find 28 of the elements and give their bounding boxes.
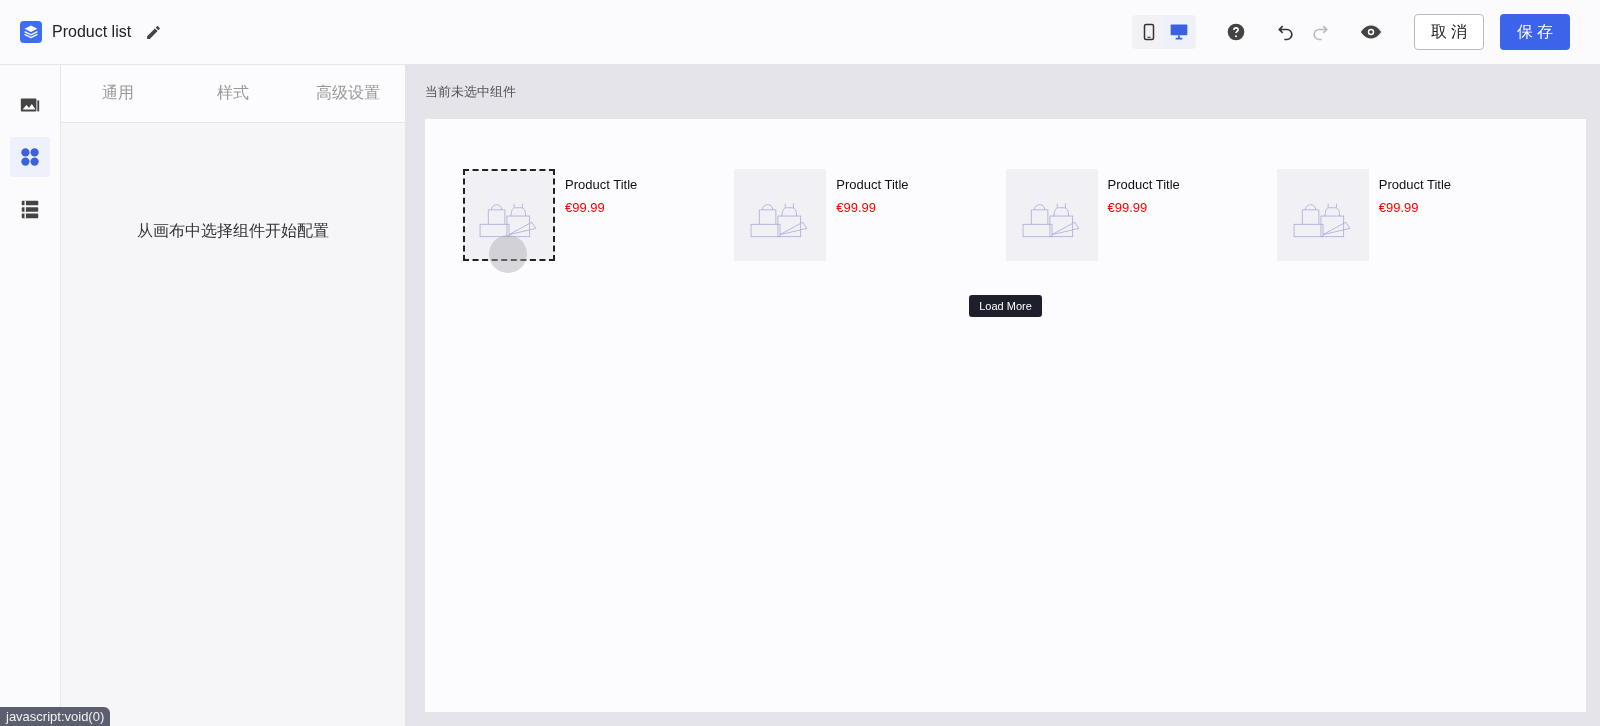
settings-tab[interactable]: 通用 [61, 65, 176, 122]
monitor-icon [1169, 22, 1189, 42]
settings-tab[interactable]: 样式 [175, 65, 291, 122]
click-indicator-icon [489, 235, 527, 273]
product-title: Product Title [565, 177, 638, 192]
four-petals-icon [19, 146, 41, 168]
product-price: €99.99 [836, 200, 877, 215]
product-image-placeholder[interactable] [463, 169, 555, 261]
status-bar-url: javascript:void(0) [0, 707, 111, 726]
settings-tab[interactable]: 高级设置 [290, 65, 405, 122]
layers-logo-icon [20, 21, 42, 43]
edit-pencil-icon[interactable] [145, 23, 163, 41]
product-price: €99.99 [1378, 200, 1420, 215]
product-price: €99.99 [1107, 200, 1149, 215]
empty-message: 从画布中选择组件开始配置 [136, 221, 330, 241]
product-title: Product Title [1378, 177, 1451, 192]
help-icon[interactable] [1226, 22, 1246, 42]
page-title: Product list [52, 23, 132, 41]
selection-status: 当前未选中组件 [425, 83, 517, 101]
components-tab[interactable] [10, 137, 50, 177]
product-title: Product Title [836, 177, 909, 192]
load-more-button[interactable]: Load More [969, 295, 1042, 317]
list-stack-icon [19, 198, 41, 220]
cancel-button[interactable]: 取 消 [1414, 14, 1484, 50]
desktop-view-button[interactable] [1164, 17, 1194, 47]
product-price: €99.99 [565, 200, 606, 215]
save-button[interactable]: 保 存 [1500, 14, 1570, 50]
product-title: Product Title [1107, 177, 1180, 192]
